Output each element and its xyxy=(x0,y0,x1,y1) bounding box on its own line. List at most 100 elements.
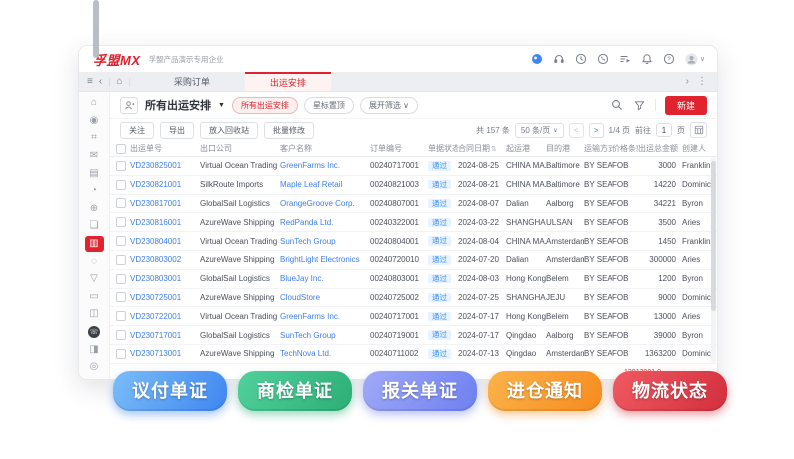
cell-customer[interactable]: RedPanda Ltd. xyxy=(280,218,370,227)
panel-icon[interactable]: ◨ xyxy=(81,340,107,358)
contacts-icon[interactable]: ◉ xyxy=(81,112,107,130)
user-menu[interactable]: ∨ xyxy=(685,53,705,66)
action-button-2[interactable]: 导出 xyxy=(160,122,194,139)
next-page-button[interactable]: > xyxy=(589,123,604,138)
column-header[interactable]: 价格条款 xyxy=(612,143,638,154)
quick-pill-5[interactable]: 物流状态 xyxy=(613,371,727,411)
cell-no[interactable]: VD230725001 xyxy=(130,293,200,302)
forward-chevron-icon[interactable]: › xyxy=(686,76,689,87)
view-title[interactable]: 所有出运安排 xyxy=(145,97,211,113)
more-dots-icon[interactable]: ⋮ xyxy=(697,76,707,87)
quick-pill-4[interactable]: 进仓通知 xyxy=(488,371,602,411)
headset-icon[interactable] xyxy=(553,53,566,66)
row-checkbox[interactable] xyxy=(116,217,126,227)
table-row[interactable]: VD230821001SilkRoute ImportsMaple Leaf R… xyxy=(110,176,717,195)
row-checkbox[interactable] xyxy=(116,349,126,359)
bell-icon[interactable] xyxy=(641,53,654,66)
phone-icon[interactable] xyxy=(597,53,610,66)
filter-pill-2[interactable]: 星标置顶 xyxy=(304,97,354,114)
send-list-icon[interactable] xyxy=(619,53,632,66)
search-icon[interactable] xyxy=(611,99,624,112)
compass-icon[interactable]: ◔ xyxy=(81,182,107,200)
table-row[interactable]: VD230804001Virtual Ocean TradingSunTech … xyxy=(110,232,717,251)
vertical-scrollbar[interactable] xyxy=(711,157,716,363)
row-checkbox[interactable] xyxy=(116,161,126,171)
column-header[interactable]: 订单编号 xyxy=(370,143,428,154)
cell-customer[interactable]: BlueJay Inc. xyxy=(280,274,370,283)
new-button[interactable]: 新建 xyxy=(665,96,707,115)
store-icon[interactable]: ▤ xyxy=(81,164,107,182)
row-checkbox[interactable] xyxy=(116,255,126,265)
column-header[interactable]: 单据状态 xyxy=(428,143,458,154)
view-person-icon[interactable] xyxy=(120,97,138,114)
row-checkbox[interactable] xyxy=(116,274,126,284)
shipping-icon[interactable]: ▥ xyxy=(81,235,107,253)
column-header[interactable]: 出运单号 xyxy=(130,143,200,154)
row-checkbox[interactable] xyxy=(116,180,126,190)
status-dot-icon[interactable] xyxy=(531,53,544,66)
chat-icon[interactable]: ◌ xyxy=(81,252,107,270)
table-row[interactable]: VD230717001GlobalSail LogisticsSunTech G… xyxy=(110,326,717,345)
cell-no[interactable]: VD230722001 xyxy=(130,312,200,321)
org-icon[interactable]: ⌗ xyxy=(81,129,107,147)
cell-customer[interactable]: SunTech Group xyxy=(280,237,370,246)
table-row[interactable]: VD230816001AzureWave ShippingRedPanda Lt… xyxy=(110,213,717,232)
cell-customer[interactable]: OrangeGroove Corp. xyxy=(280,199,370,208)
page-size-select[interactable]: 50 条/页∨ xyxy=(515,123,564,138)
caret-down-icon[interactable]: ▼ xyxy=(218,102,225,109)
cell-customer[interactable]: Maple Leaf Retail xyxy=(280,180,370,189)
select-all-checkbox[interactable] xyxy=(116,144,126,154)
whatsapp-icon[interactable]: ☏ xyxy=(81,323,107,341)
column-header[interactable]: 目的港 xyxy=(546,143,584,154)
column-header[interactable]: 创建人 xyxy=(682,143,712,154)
cell-no[interactable]: VD230816001 xyxy=(130,218,200,227)
row-checkbox[interactable] xyxy=(116,236,126,246)
cell-no[interactable]: VD230804001 xyxy=(130,237,200,246)
table-row[interactable]: VD230825001Virtual Ocean TradingGreenFar… xyxy=(110,157,717,176)
cell-customer[interactable]: CloudStore xyxy=(280,293,370,302)
table-row[interactable]: VD230725001AzureWave ShippingCloudStore0… xyxy=(110,289,717,308)
filter-funnel-icon[interactable] xyxy=(633,99,646,112)
approval-icon[interactable]: ⊕ xyxy=(81,200,107,218)
table-row[interactable]: VD230713001AzureWave ShippingTechNova Lt… xyxy=(110,345,717,364)
prev-page-button[interactable]: < xyxy=(569,123,584,138)
filter-pill-3[interactable]: 展开筛选 ∨ xyxy=(360,97,418,114)
tab-1[interactable]: 采购订单 xyxy=(139,72,245,91)
table-row[interactable]: VD230803001GlobalSail LogisticsBlueJay I… xyxy=(110,270,717,289)
cell-no[interactable]: VD230717001 xyxy=(130,331,200,340)
column-header[interactable]: 出口公司 xyxy=(200,143,280,154)
cell-customer[interactable]: BrightLight Electronics xyxy=(280,255,370,264)
help-icon[interactable]: ? xyxy=(663,53,676,66)
report-icon[interactable]: ◫ xyxy=(81,305,107,323)
row-checkbox[interactable] xyxy=(116,311,126,321)
marketing-icon[interactable]: ▽ xyxy=(81,270,107,288)
action-button-3[interactable]: 放入回收站 xyxy=(200,122,258,139)
filter-pill-1[interactable]: 所有出运安排 xyxy=(232,97,298,114)
cell-customer[interactable]: SunTech Group xyxy=(280,331,370,340)
clock-icon[interactable] xyxy=(575,53,588,66)
column-header[interactable]: 出运总金额 xyxy=(638,143,682,154)
column-header[interactable]: 起运港 xyxy=(506,143,546,154)
action-button-1[interactable]: 关注 xyxy=(120,122,154,139)
table-row[interactable]: VD230722001Virtual Ocean TradingGreenFar… xyxy=(110,307,717,326)
cell-no[interactable]: VD230803001 xyxy=(130,274,200,283)
quick-pill-3[interactable]: 报关单证 xyxy=(363,371,477,411)
column-header[interactable]: 运输方式 xyxy=(584,143,612,154)
column-header[interactable]: 客户名称 xyxy=(280,143,370,154)
record-icon[interactable]: ◎ xyxy=(81,358,107,376)
home-icon[interactable]: ⌂ xyxy=(117,76,123,87)
action-button-4[interactable]: 批量修改 xyxy=(264,122,314,139)
table-row[interactable]: VD230817001GlobalSail LogisticsOrangeGro… xyxy=(110,195,717,214)
goto-page-input[interactable]: 1 xyxy=(656,123,672,137)
tab-2[interactable]: 出运安排 xyxy=(245,72,331,91)
documents-icon[interactable]: ▭ xyxy=(81,288,107,306)
column-settings-icon[interactable] xyxy=(690,122,707,138)
column-header[interactable]: 合同日期⇅ xyxy=(458,143,506,154)
orders-icon[interactable]: ❏ xyxy=(81,217,107,235)
row-checkbox[interactable] xyxy=(116,198,126,208)
cell-no[interactable]: VD230825001 xyxy=(130,161,200,170)
cell-customer[interactable]: GreenFarms Inc. xyxy=(280,161,370,170)
cell-no[interactable]: VD230713001 xyxy=(130,349,200,358)
cell-no[interactable]: VD230817001 xyxy=(130,199,200,208)
home-icon[interactable]: ⌂ xyxy=(81,94,107,112)
